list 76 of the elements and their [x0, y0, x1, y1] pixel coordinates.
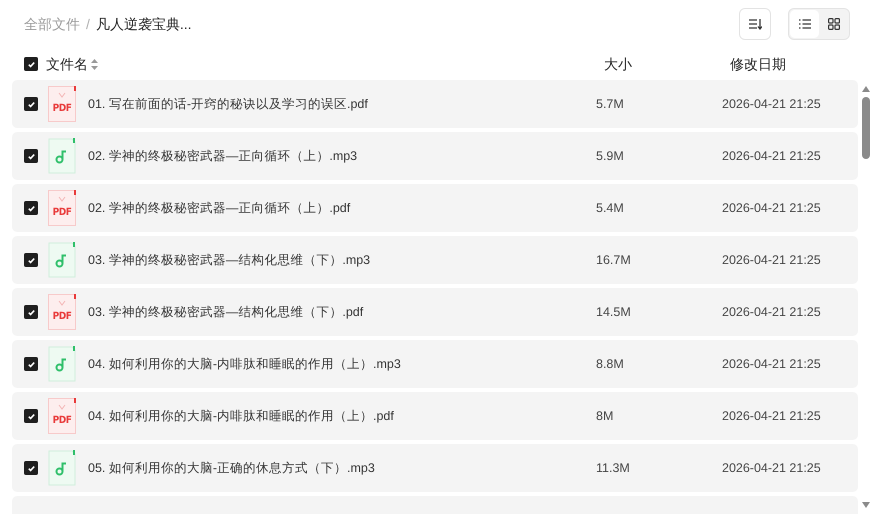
column-header[interactable]: 文件名	[46, 54, 88, 74]
sort-arrows-icon[interactable]	[91, 58, 98, 70]
file-size: 8M	[596, 408, 614, 425]
file-size: 5.7M	[596, 96, 625, 113]
checkmark-icon	[26, 100, 36, 108]
file-type-label: PDF	[52, 103, 72, 114]
file-size: 5.4M	[596, 200, 625, 217]
grid-icon	[828, 18, 840, 30]
file-size: 16.7M	[596, 252, 632, 269]
checkbox[interactable]	[24, 149, 38, 163]
file-type-label: PDF	[52, 415, 72, 426]
checkbox[interactable]	[24, 305, 38, 319]
modified-date: 2026-04-21 21:25	[722, 252, 821, 269]
music-file-icon	[48, 242, 76, 278]
modified-date: 2026-04-21 21:25	[722, 148, 821, 165]
file-row[interactable]: PDF 02. 学神的终极秘密武器—正向循环（上）.pdf 5.4M 2026-04-21 21:25	[12, 184, 858, 232]
file-row[interactable]: PDF 04. 如何利用你的大脑-内啡肽和睡眠的作用（上）.pdf 8M 2026-04-21 21:25	[12, 392, 858, 440]
list-icon	[798, 19, 810, 29]
modified-date: 2026-04-21 21:25	[722, 200, 821, 217]
checkmark-icon	[26, 308, 36, 316]
file-name: 02. 学神的终极秘密武器—正向循环（上）.pdf	[88, 200, 352, 217]
column-header: 大小	[604, 54, 633, 74]
file-name: 03. 学神的终极秘密武器—结构化思维（下）.mp3	[88, 252, 372, 269]
column-header: 修改日期	[730, 54, 786, 74]
file-type-label: PDF	[52, 311, 72, 322]
file-name: 03. 学神的终极秘密武器—结构化思维（下）.pdf	[88, 304, 364, 321]
checkbox[interactable]	[24, 461, 38, 475]
music-file-icon	[48, 346, 76, 382]
file-row[interactable]: 05. 如何利用你的大脑-正确的休息方式（下）.mp3 11.3M 2026-04-21 21:25	[12, 444, 858, 492]
modified-date: 2026-04-21 21:25	[722, 408, 821, 425]
checkmark-icon	[26, 60, 36, 68]
list-view-button[interactable]	[790, 10, 819, 38]
breadcrumb-separator: /	[86, 14, 90, 34]
music-file-icon	[48, 138, 76, 174]
file-row[interactable]: PDF 01. 写在前面的话-开窍的秘诀以及学习的误区.pdf 5.7M 2026-04-21 21:25	[12, 80, 858, 128]
acrobat-mark-icon	[58, 92, 66, 99]
acrobat-mark-icon	[58, 196, 66, 203]
file-name: 05. 如何利用你的大脑-正确的休息方式（下）.mp3	[88, 460, 376, 477]
modified-date: 2026-04-21 21:25	[722, 460, 821, 477]
scrollbar-thumb[interactable]	[862, 97, 870, 159]
file-row[interactable]: PDF 03. 学神的终极秘密武器—结构化思维（下）.pdf 14.5M 2026-04-21 21:25	[12, 288, 858, 336]
modified-date: 2026-04-21 21:25	[722, 356, 821, 373]
checkbox[interactable]	[24, 357, 38, 371]
file-size: 8.8M	[596, 356, 625, 373]
sort-icon	[748, 18, 762, 30]
file-size: 5.9M	[596, 148, 625, 165]
file-size: 14.5M	[596, 304, 632, 321]
checkmark-icon	[26, 204, 36, 212]
acrobat-mark-icon	[58, 300, 66, 307]
file-name: 02. 学神的终极秘密武器—正向循环（上）.mp3	[88, 148, 358, 165]
checkmark-icon	[26, 412, 36, 420]
checkmark-icon	[26, 360, 36, 368]
music-file-icon	[48, 450, 76, 486]
file-size: 11.3M	[596, 460, 631, 477]
file-row[interactable]: 03. 学神的终极秘密武器—结构化思维（下）.mp3 16.7M 2026-04-21 21:25	[12, 236, 858, 284]
scroll-down-icon[interactable]	[862, 502, 870, 508]
acrobat-mark-icon	[58, 404, 66, 411]
file-row[interactable]: 02. 学神的终极秘密武器—正向循环（上）.mp3 5.9M 2026-04-21 21:25	[12, 132, 858, 180]
file-row[interactable]: 04. 如何利用你的大脑-内啡肽和睡眠的作用（上）.mp3 8.8M 2026-04-21 21:25	[12, 340, 858, 388]
file-name: 04. 如何利用你的大脑-内啡肽和睡眠的作用（上）.pdf	[88, 408, 395, 425]
sort-button[interactable]	[739, 8, 771, 40]
file-name: 04. 如何利用你的大脑-内啡肽和睡眠的作用（上）.mp3	[88, 356, 402, 373]
checkbox[interactable]	[24, 97, 38, 111]
checkbox[interactable]	[24, 201, 38, 215]
checkmark-icon	[26, 152, 36, 160]
file-name: 01. 写在前面的话-开窍的秘诀以及学习的误区.pdf	[88, 96, 369, 113]
checkbox[interactable]	[24, 57, 38, 71]
checkbox[interactable]	[24, 409, 38, 423]
file-type-label: PDF	[52, 207, 72, 218]
checkbox[interactable]	[24, 253, 38, 267]
modified-date: 2026-04-21 21:25	[722, 304, 821, 321]
modified-date: 2026-04-21 21:25	[722, 96, 821, 113]
scroll-up-icon[interactable]	[862, 86, 870, 92]
checkmark-icon	[26, 464, 36, 472]
checkmark-icon	[26, 256, 36, 264]
breadcrumb-current: 凡人逆袭宝典...	[96, 14, 192, 34]
